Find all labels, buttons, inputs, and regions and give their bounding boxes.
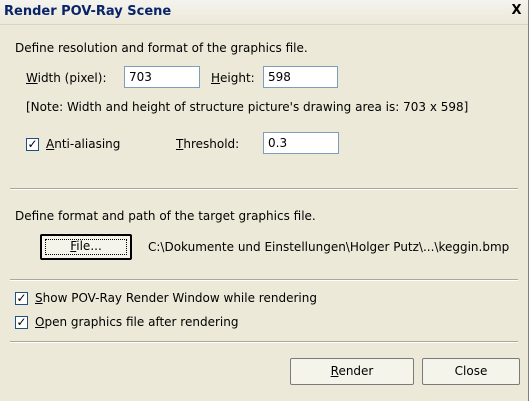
show-render-window-label: Show POV-Ray Render Window while renderi…	[35, 291, 317, 305]
width-label: Width (pixel):	[26, 71, 107, 85]
height-input[interactable]: 598	[263, 66, 338, 88]
show-render-window-checkbox[interactable]: ✓	[15, 292, 28, 305]
open-file-label: Open graphics file after rendering	[35, 315, 239, 329]
antialiasing-checkbox[interactable]: ✓	[26, 138, 39, 151]
open-file-checkbox[interactable]: ✓	[15, 316, 28, 329]
resolution-section-label: Define resolution and format of the grap…	[15, 41, 308, 55]
focus-rect	[45, 239, 127, 255]
threshold-input[interactable]: 0.3	[263, 132, 339, 154]
separator-3	[10, 341, 518, 343]
target-section-label: Define format and path of the target gra…	[15, 209, 316, 223]
threshold-label: Threshold:	[176, 137, 240, 151]
window-title: Render POV-Ray Scene	[4, 4, 172, 19]
close-button[interactable]: Close	[422, 358, 520, 385]
separator-2	[10, 279, 518, 281]
render-dialog: Render POV-Ray Scene X Define resolution…	[0, 0, 529, 401]
antialiasing-label: Anti-aliasing	[46, 137, 121, 151]
resolution-note: [Note: Width and height of structure pic…	[26, 100, 469, 114]
separator-1	[10, 188, 518, 190]
height-label: Height:	[211, 71, 255, 85]
file-button[interactable]: File...	[40, 234, 132, 260]
title-bar: Render POV-Ray Scene X	[0, 0, 528, 25]
close-window-icon[interactable]: X	[508, 3, 525, 19]
width-input[interactable]: 703	[124, 66, 200, 88]
target-path: C:\Dokumente und Einstellungen\Holger Pu…	[148, 240, 510, 254]
render-button[interactable]: Render	[290, 358, 414, 385]
